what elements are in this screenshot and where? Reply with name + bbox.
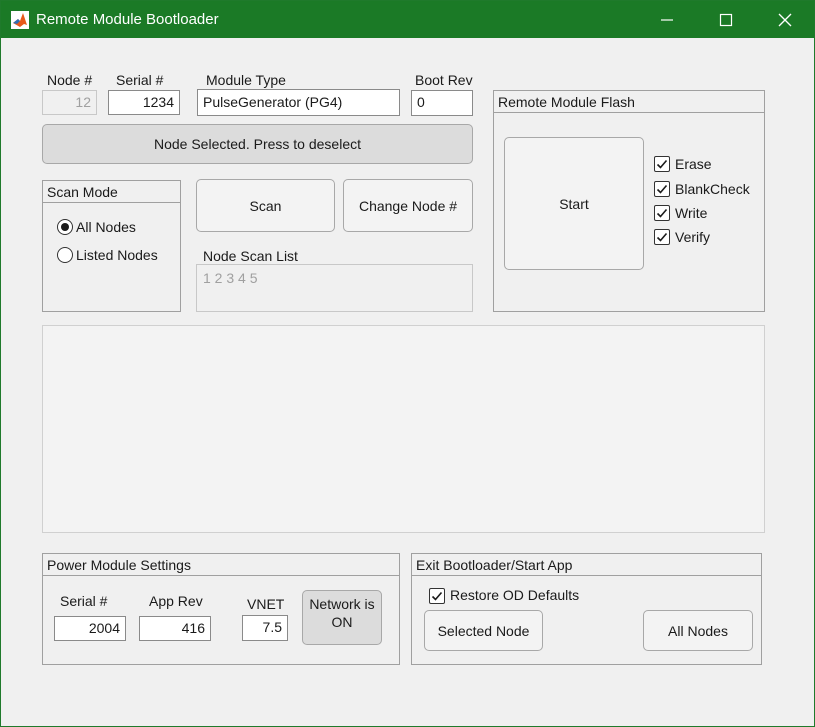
power-serial-label: Serial # bbox=[60, 593, 108, 609]
radio-all-nodes-label: All Nodes bbox=[76, 219, 136, 235]
erase-label: Erase bbox=[675, 156, 712, 172]
boot-rev-label: Boot Rev bbox=[415, 72, 473, 88]
scan-mode-panel: Scan Mode All Nodes Listed Nodes bbox=[42, 180, 181, 312]
checkmark-icon bbox=[656, 232, 668, 242]
log-output-area[interactable] bbox=[42, 325, 765, 533]
restore-od-defaults-label: Restore OD Defaults bbox=[450, 587, 580, 603]
power-module-settings-title: Power Module Settings bbox=[43, 554, 399, 576]
change-node-button[interactable]: Change Node # bbox=[343, 179, 473, 232]
verify-checkbox[interactable] bbox=[654, 229, 670, 245]
exit-bootloader-title: Exit Bootloader/Start App bbox=[412, 554, 761, 576]
radio-all-nodes[interactable] bbox=[57, 219, 73, 235]
close-button[interactable] bbox=[756, 1, 814, 38]
verify-label: Verify bbox=[675, 229, 711, 245]
title-bar: Remote Module Bootloader bbox=[1, 1, 814, 38]
blankcheck-checkbox[interactable] bbox=[654, 181, 670, 197]
erase-checkbox[interactable] bbox=[654, 156, 670, 172]
scan-mode-title: Scan Mode bbox=[43, 181, 180, 203]
serial-field[interactable]: 1234 bbox=[108, 90, 180, 115]
start-button[interactable]: Start bbox=[504, 137, 644, 270]
power-serial-field[interactable]: 2004 bbox=[54, 616, 126, 641]
module-type-label: Module Type bbox=[206, 72, 286, 88]
blankcheck-label: BlankCheck bbox=[675, 181, 750, 197]
node-number-field: 12 bbox=[42, 90, 97, 115]
restore-od-defaults-checkbox[interactable] bbox=[429, 588, 445, 604]
exit-bootloader-panel: Exit Bootloader/Start App Restore OD Def… bbox=[411, 553, 762, 665]
checkmark-icon bbox=[656, 159, 668, 169]
boot-rev-field[interactable]: 0 bbox=[411, 90, 473, 116]
maximize-button[interactable] bbox=[697, 1, 755, 38]
serial-label: Serial # bbox=[116, 72, 164, 88]
write-checkbox[interactable] bbox=[654, 205, 670, 221]
node-select-toggle-button[interactable]: Node Selected. Press to deselect bbox=[42, 124, 473, 164]
vnet-label: VNET bbox=[247, 596, 285, 612]
checkmark-icon bbox=[656, 184, 668, 194]
power-module-settings-panel: Power Module Settings Serial # 2004 App … bbox=[42, 553, 400, 665]
node-number-label: Node # bbox=[47, 72, 93, 88]
radio-listed-nodes[interactable] bbox=[57, 247, 73, 263]
app-rev-label: App Rev bbox=[149, 593, 203, 609]
app-rev-field[interactable]: 416 bbox=[139, 616, 211, 641]
module-type-field[interactable]: PulseGenerator (PG4) bbox=[197, 89, 400, 116]
radio-listed-nodes-label: Listed Nodes bbox=[76, 247, 158, 263]
write-label: Write bbox=[675, 205, 708, 221]
vnet-field[interactable]: 7.5 bbox=[242, 615, 288, 641]
node-scan-list-field: 1 2 3 4 5 bbox=[196, 264, 473, 312]
network-toggle-button[interactable]: Network is ON bbox=[302, 590, 382, 645]
remote-module-flash-panel: Remote Module Flash Start Erase BlankChe… bbox=[493, 90, 765, 312]
selected-node-button[interactable]: Selected Node bbox=[424, 610, 543, 651]
remote-module-flash-title: Remote Module Flash bbox=[494, 91, 764, 113]
minimize-button[interactable] bbox=[638, 1, 696, 38]
checkmark-icon bbox=[431, 591, 443, 601]
matlab-icon bbox=[11, 11, 29, 29]
maximize-icon bbox=[719, 13, 733, 27]
scan-button[interactable]: Scan bbox=[196, 179, 335, 232]
minimize-icon bbox=[661, 19, 673, 21]
app-window: Remote Module Bootloader Node # 12 Seria… bbox=[0, 0, 815, 727]
close-icon bbox=[778, 13, 792, 27]
node-scan-list-label: Node Scan List bbox=[203, 248, 298, 264]
all-nodes-button[interactable]: All Nodes bbox=[643, 610, 753, 651]
checkmark-icon bbox=[656, 208, 668, 218]
window-title: Remote Module Bootloader bbox=[36, 11, 219, 28]
